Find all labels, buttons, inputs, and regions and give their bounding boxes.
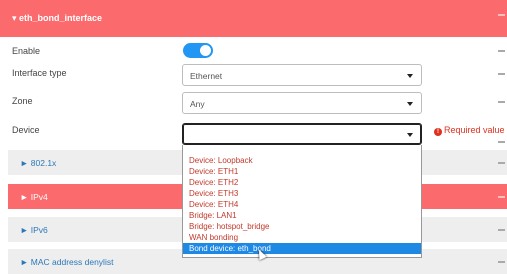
device-label: Device — [12, 125, 40, 135]
chevron-down-icon — [407, 74, 413, 78]
dropdown-option[interactable]: Bridge: LAN1 — [183, 210, 421, 221]
dropdown-option[interactable]: Device: ETH4 — [183, 199, 421, 210]
enable-label: Enable — [12, 46, 41, 56]
panel-header[interactable]: ▾ eth_bond_interface — [0, 0, 507, 37]
zone-value: Any — [190, 99, 205, 109]
toggle-knob — [200, 45, 211, 56]
panel-title: ▾ eth_bond_interface — [12, 13, 103, 23]
dropdown-option[interactable]: Device: ETH3 — [183, 188, 421, 199]
interface-type-value: Ethernet — [190, 71, 223, 81]
section-label: ► 802.1x — [20, 158, 57, 168]
dropdown-option[interactable]: Device: ETH2 — [183, 177, 421, 188]
exclamation-circle-icon: ! — [434, 128, 442, 136]
collapse-icon[interactable] — [498, 14, 505, 16]
dropdown-option[interactable]: Device: ETH1 — [183, 166, 421, 177]
enable-toggle[interactable] — [183, 43, 213, 58]
collapse-icon[interactable] — [498, 196, 505, 198]
chevron-down-icon — [407, 133, 413, 137]
section-label: ► IPv6 — [20, 225, 48, 235]
zone-select[interactable]: Any — [182, 92, 422, 114]
interface-type-label: Interface type — [12, 68, 67, 78]
device-select[interactable] — [182, 123, 422, 145]
remove-icon[interactable] — [498, 73, 505, 75]
collapse-icon[interactable] — [498, 261, 505, 263]
required-warning: ! Required value — [434, 125, 505, 136]
remove-icon[interactable] — [498, 50, 505, 52]
dropdown-option[interactable]: WAN bonding — [183, 232, 421, 243]
section-label: ► MAC address denylist — [20, 257, 114, 267]
dropdown-option[interactable]: Device: Loopback — [183, 155, 421, 166]
collapse-icon[interactable] — [498, 162, 505, 164]
device-dropdown-list[interactable]: Device: Loopback Device: ETH1 Device: ET… — [182, 145, 422, 258]
collapse-icon[interactable] — [498, 229, 505, 231]
remove-icon[interactable] — [498, 141, 505, 143]
remove-icon[interactable] — [498, 101, 505, 103]
dropdown-option-selected[interactable]: Bond device: eth_bond — [183, 243, 421, 254]
section-label: ► IPv4 — [20, 192, 48, 202]
required-text: Required value — [444, 125, 505, 135]
zone-label: Zone — [12, 96, 33, 106]
interface-type-select[interactable]: Ethernet — [182, 64, 422, 86]
dropdown-option[interactable]: Bridge: hotspot_bridge — [183, 221, 421, 232]
chevron-down-icon — [407, 102, 413, 106]
